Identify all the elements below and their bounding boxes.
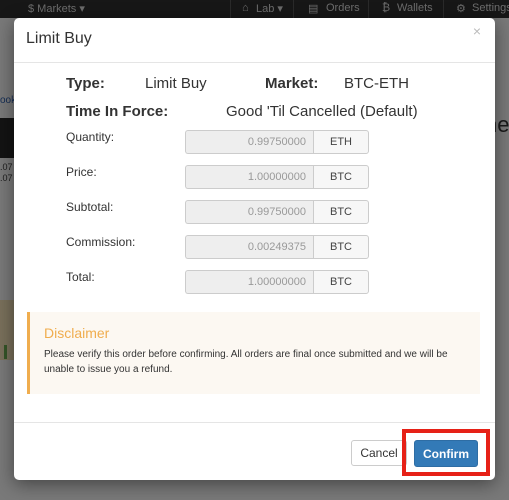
- price-field: 1.00000000: [185, 165, 313, 189]
- time-in-force-value: Good 'Til Cancelled (Default): [226, 103, 418, 120]
- confirm-button[interactable]: Confirm: [414, 440, 478, 467]
- commission-field: 0.00249375: [185, 235, 313, 259]
- time-in-force-label: Time In Force:: [66, 103, 169, 120]
- subtotal-unit: BTC: [313, 200, 369, 224]
- total-label: Total:: [66, 270, 95, 284]
- time-in-force-row: Time In Force:: [66, 103, 168, 120]
- subtotal-label: Subtotal:: [66, 200, 114, 214]
- commission-label: Commission:: [66, 235, 136, 249]
- type-row: Type:: [66, 75, 105, 92]
- quantity-unit: ETH: [313, 130, 369, 154]
- type-value: Limit Buy: [145, 75, 207, 92]
- limit-buy-dialog: Limit Buy × Type: Limit Buy Market: BTC-…: [14, 18, 495, 480]
- total-field: 1.00000000: [185, 270, 313, 294]
- total-unit: BTC: [313, 270, 369, 294]
- type-label: Type:: [66, 75, 105, 92]
- disclaimer-title: Disclaimer: [44, 325, 110, 341]
- disclaimer-text: Please verify this order before confirmi…: [44, 349, 448, 375]
- market-value: BTC-ETH: [344, 75, 409, 92]
- commission-unit: BTC: [313, 235, 369, 259]
- market-row: Market:: [265, 75, 318, 92]
- quantity-field: 0.99750000: [185, 130, 313, 154]
- price-label: Price:: [66, 165, 97, 179]
- market-label: Market:: [265, 75, 319, 92]
- subtotal-field: 0.99750000: [185, 200, 313, 224]
- quantity-label: Quantity:: [66, 130, 115, 144]
- price-unit: BTC: [313, 165, 369, 189]
- modal-title: Limit Buy: [26, 30, 92, 47]
- disclaimer-box: Disclaimer Please verify this order befo…: [27, 312, 480, 394]
- close-icon[interactable]: ×: [473, 23, 481, 39]
- modal-header: Limit Buy ×: [14, 18, 495, 63]
- cancel-button[interactable]: Cancel: [351, 440, 407, 466]
- modal-footer: Cancel Confirm: [14, 422, 495, 481]
